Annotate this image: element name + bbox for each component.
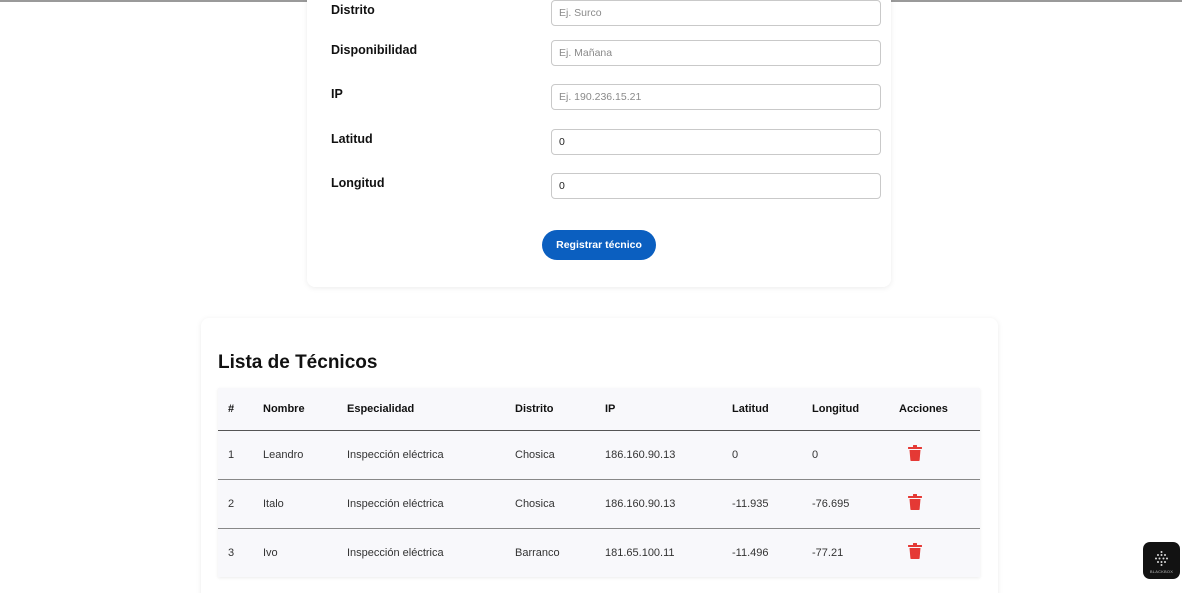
- register-technician-form: Distrito Disponibilidad IP Latitud Longi…: [307, 0, 891, 287]
- longitud-input[interactable]: [551, 173, 881, 199]
- trash-icon[interactable]: [908, 445, 922, 461]
- cell-distrito: Barranco: [515, 546, 560, 559]
- cell-acciones: [899, 528, 980, 577]
- cell-distrito: Chosica: [515, 479, 605, 529]
- technicians-list-card: Lista de Técnicos # Nombre Especialidad …: [201, 318, 998, 593]
- cell-number: 1: [218, 430, 263, 480]
- form-row-distrito: Distrito: [331, 0, 881, 26]
- cell-ip: 181.65.100.11: [605, 546, 675, 559]
- list-title: Lista de Técnicos: [218, 352, 378, 373]
- cell-latitud: -11.935: [732, 479, 812, 529]
- longitud-label: Longitud: [331, 176, 385, 190]
- cell-longitud: -76.695: [812, 479, 899, 529]
- cell-acciones: [899, 430, 980, 480]
- form-row-ip: IP: [331, 84, 881, 110]
- column-header-latitud: Latitud: [732, 388, 812, 431]
- cell-especialidad: Inspección eléctrica: [347, 546, 444, 559]
- blackbox-widget-button[interactable]: BLACKBOX: [1143, 542, 1180, 579]
- column-header-longitud: Longitud: [812, 388, 899, 431]
- cell-ip: 186.160.90.13: [605, 430, 732, 480]
- cell-especialidad: Inspección eléctrica: [347, 430, 515, 480]
- trash-icon[interactable]: [908, 543, 922, 560]
- table-row: 1 Leandro Inspección eléctrica Chosica 1…: [218, 430, 980, 480]
- distrito-input[interactable]: [551, 0, 881, 26]
- cell-latitud: 0: [732, 430, 812, 480]
- cell-distrito: Chosica: [515, 430, 605, 480]
- column-header-acciones: Acciones: [899, 388, 980, 431]
- column-header-ip: IP: [605, 388, 732, 431]
- register-technician-button[interactable]: Registrar técnico: [542, 230, 656, 260]
- cell-acciones: [899, 479, 980, 529]
- table-header-row: # Nombre Especialidad Distrito IP Latitu…: [218, 388, 980, 431]
- latitud-label: Latitud: [331, 132, 373, 146]
- dots-grid-icon: [1155, 551, 1168, 566]
- cell-number: 2: [218, 479, 263, 529]
- column-header-nombre: Nombre: [263, 388, 347, 431]
- table-row: 3 Ivo Inspección eléctrica Barranco 181.…: [218, 528, 980, 577]
- disponibilidad-input[interactable]: [551, 40, 881, 66]
- cell-longitud: -77.21: [812, 546, 844, 559]
- form-row-longitud: Longitud: [331, 173, 881, 199]
- form-row-latitud: Latitud: [331, 129, 881, 155]
- form-row-disponibilidad: Disponibilidad: [331, 40, 881, 66]
- ip-label: IP: [331, 87, 343, 101]
- column-header-distrito: Distrito: [515, 388, 605, 431]
- cell-nombre: Leandro: [263, 430, 347, 480]
- table-row: 2 Italo Inspección eléctrica Chosica 186…: [218, 479, 980, 529]
- distrito-label: Distrito: [331, 3, 375, 17]
- ip-input[interactable]: [551, 84, 881, 110]
- cell-nombre: Italo: [263, 479, 347, 529]
- column-header-number: #: [218, 388, 263, 431]
- widget-label: BLACKBOX: [1149, 569, 1174, 574]
- cell-number: 3: [228, 546, 235, 559]
- latitud-input[interactable]: [551, 129, 881, 155]
- trash-icon[interactable]: [908, 494, 922, 510]
- disponibilidad-label: Disponibilidad: [331, 43, 418, 57]
- cell-ip: 186.160.90.13: [605, 479, 732, 529]
- cell-especialidad: Inspección eléctrica: [347, 479, 515, 529]
- cell-latitud: -11.496: [732, 546, 769, 559]
- column-header-especialidad: Especialidad: [347, 388, 515, 431]
- technicians-table: # Nombre Especialidad Distrito IP Latitu…: [218, 388, 980, 577]
- cell-longitud: 0: [812, 430, 899, 480]
- cell-nombre: Ivo: [263, 546, 278, 559]
